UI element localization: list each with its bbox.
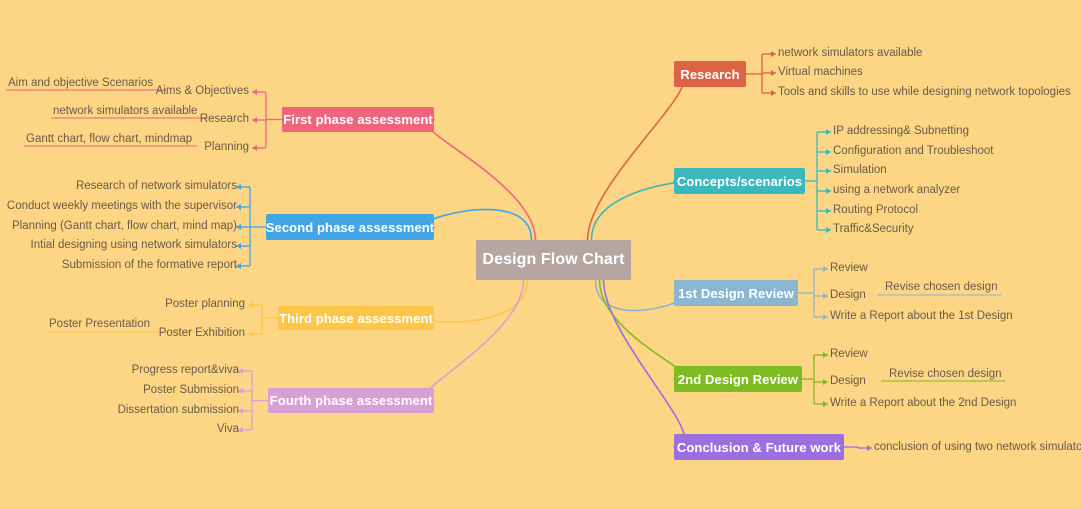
arrow-head-first-design-review-2 — [823, 314, 828, 320]
arrow-head-concepts-scenarios-3 — [826, 188, 831, 194]
leaf-label[interactable]: Conduct weekly meetings with the supervi… — [0, 200, 237, 213]
arrow-head-second-design-review-0 — [823, 352, 828, 358]
branch-node-concepts-scenarios[interactable]: Concepts/scenarios — [674, 168, 805, 194]
leaf-label[interactable]: Poster planning — [0, 298, 245, 311]
leaf-label[interactable]: Progress report&viva — [0, 364, 239, 377]
sub-leaf-label[interactable]: network simulators available — [53, 105, 197, 118]
leaf-label[interactable]: conclusion of using two network simulato… — [874, 441, 1081, 454]
branch-node-second-phase[interactable]: Second phase assessment — [266, 214, 434, 240]
leaf-label[interactable]: Intial designing using network simulator… — [0, 239, 237, 252]
leaf-label[interactable]: Traffic&Security — [833, 223, 914, 236]
arrow-head-first-design-review-1 — [823, 293, 828, 299]
arrow-head-first-phase-2 — [252, 145, 257, 151]
branch-node-fourth-phase[interactable]: Fourth phase assessment — [268, 388, 434, 413]
connector-root-to-research — [586, 73, 685, 241]
leaf-label[interactable]: Planning (Gantt chart, flow chart, mind … — [0, 220, 237, 233]
leaf-label[interactable]: Review — [830, 348, 868, 361]
leaf-label[interactable]: Routing Protocol — [833, 204, 918, 217]
branch-node-research[interactable]: Research — [674, 61, 746, 87]
leaf-label[interactable]: Dissertation submission — [0, 404, 239, 417]
connector-root-to-first-design-review — [594, 279, 685, 312]
connector-root-to-conclusion-future-work — [602, 279, 686, 448]
leaf-label[interactable]: Viva — [0, 423, 239, 436]
arrow-head-research-1 — [771, 70, 776, 76]
leaf-label[interactable]: Configuration and Troubleshoot — [833, 145, 993, 158]
leaf-label[interactable]: Poster Submission — [0, 384, 239, 397]
arrow-head-concepts-scenarios-0 — [826, 129, 831, 135]
sub-leaf-label[interactable]: Revise chosen design — [889, 368, 1002, 381]
connector-root-to-second-design-review — [598, 279, 686, 380]
sub-leaf-label[interactable]: Poster Presentation — [49, 318, 150, 331]
leaf-label[interactable]: network simulators available — [778, 47, 922, 60]
leaf-label[interactable]: IP addressing& Subnetting — [833, 125, 969, 138]
connector-root-to-second-phase — [424, 208, 533, 241]
leaf-label[interactable]: Submission of the formative report — [0, 259, 237, 272]
connector-root-to-third-phase — [424, 279, 529, 323]
arrow-head-first-design-review-0 — [823, 266, 828, 272]
branch-node-second-design-review[interactable]: 2nd Design Review — [674, 366, 802, 392]
leaf-label[interactable]: Virtual machines — [778, 66, 863, 79]
arrow-head-concepts-scenarios-4 — [826, 208, 831, 214]
arrow-head-concepts-scenarios-1 — [826, 149, 831, 155]
arrow-head-third-phase-1 — [248, 331, 253, 337]
connector-root-to-concepts-scenarios — [590, 180, 685, 241]
leaf-label[interactable]: Write a Report about the 1st Design — [830, 310, 1013, 323]
branch-node-third-phase[interactable]: Third phase assessment — [278, 306, 434, 330]
connector-root-to-first-phase — [424, 118, 537, 241]
root-node[interactable]: Design Flow Chart — [476, 240, 631, 280]
arrow-head-second-design-review-1 — [823, 379, 828, 385]
arrow-head-first-phase-0 — [252, 89, 257, 95]
branch-node-first-design-review[interactable]: 1st Design Review — [674, 280, 798, 306]
arrow-head-second-design-review-2 — [823, 401, 828, 407]
leaf-label[interactable]: using a network analyzer — [833, 184, 960, 197]
sub-leaf-label[interactable]: Gantt chart, flow chart, mindmap — [26, 133, 192, 146]
sub-leaf-label[interactable]: Aim and objective Scenarios — [8, 77, 153, 90]
arrow-head-first-phase-1 — [252, 117, 257, 123]
leaf-label[interactable]: Review — [830, 262, 868, 275]
arrow-head-research-2 — [771, 90, 776, 96]
arrow-head-research-0 — [771, 51, 776, 57]
leaf-label[interactable]: Design — [830, 375, 866, 388]
arrow-head-concepts-scenarios-2 — [826, 168, 831, 174]
leaf-label[interactable]: Tools and skills to use while designing … — [778, 86, 1071, 99]
arrow-head-concepts-scenarios-5 — [826, 227, 831, 233]
connector-root-to-fourth-phase — [423, 279, 525, 402]
leaf-label[interactable]: Research of network simulators — [0, 180, 237, 193]
leaf-label[interactable]: Simulation — [833, 164, 887, 177]
arrow-head-third-phase-0 — [248, 302, 253, 308]
leaf-label[interactable]: Design — [830, 289, 866, 302]
branch-node-first-phase[interactable]: First phase assessment — [282, 107, 434, 132]
leaf-label[interactable]: Write a Report about the 2nd Design — [830, 397, 1016, 410]
arrow-head-conclusion-future-work-0 — [867, 445, 872, 451]
branch-node-conclusion-future-work[interactable]: Conclusion & Future work — [674, 434, 844, 460]
sub-leaf-label[interactable]: Revise chosen design — [885, 281, 998, 294]
mindmap-canvas: Design Flow Chart First phase assessment A… — [0, 0, 1081, 509]
